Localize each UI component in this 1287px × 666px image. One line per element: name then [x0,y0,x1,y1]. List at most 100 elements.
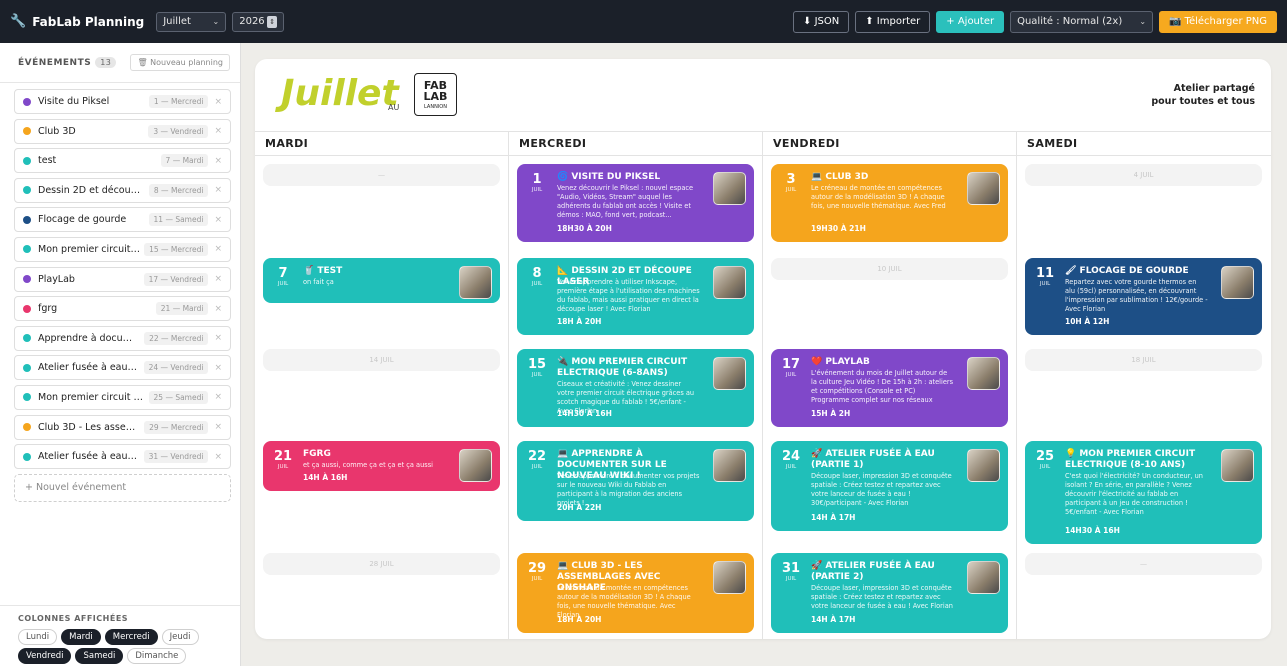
add-button[interactable]: + Ajouter [936,10,1005,33]
event-list-item[interactable]: PlayLab 17 — Vendredi × [14,266,231,292]
close-icon[interactable]: × [214,126,222,136]
trash-icon: 🗑 [137,58,148,67]
event-time: 14H30 À 16H [1065,526,1120,535]
event-card[interactable]: 15 JUIL 🔌 MON PREMIER CIRCUIT ELECTRIQUE (… [517,349,754,427]
empty-slot[interactable]: 18 JUIL [1025,349,1262,371]
close-icon[interactable]: × [214,97,222,107]
event-day-number: 31 [781,561,801,576]
column-header: VENDREDI [763,132,1016,156]
close-icon[interactable]: × [214,422,222,432]
color-dot [23,334,31,343]
event-list-item[interactable]: Dessin 2D et découpe laser8 — Mercredi × [14,177,231,203]
event-list-item[interactable]: fgrg 21 — Mardi × [14,296,231,322]
event-day-number: 21 [273,449,293,464]
event-time: 18H À 20H [557,317,602,326]
column-vendredi: VENDREDI 3 JUIL 💻 CLUB 3D Le créneau de mon… [763,132,1017,639]
empty-slot[interactable]: 4 JUIL [1025,164,1262,186]
column-toggle-dimanche[interactable]: Dimanche [127,648,187,664]
event-list-item[interactable]: test 7 — Mardi × [14,148,231,174]
event-name: Flocage de gourde [38,214,127,226]
event-card[interactable]: 17 JUIL ❤️ PLAYLAB L'événement du mois de J… [771,349,1008,427]
event-month: JUIL [1039,281,1051,287]
download-png-button[interactable]: 📷 Télécharger PNG [1159,10,1277,33]
top-bar: 🔧 FabLab Planning Juillet ⌄ 2026 ⇕ ⬇ JSO… [0,0,1287,43]
event-description: C'est quoi l'électricité? Un conducteur,… [1065,472,1203,516]
import-button[interactable]: ⬆ Importer [855,10,931,33]
event-list-item[interactable]: Atelier fusée à eau (part…24 — Vendredi × [14,355,231,381]
event-title: 🥤 TEST [303,266,343,276]
event-title: 🖌 FLOCAGE DE GOURDE [1065,266,1189,276]
event-thumbnail-image [713,172,746,205]
quality-select[interactable]: Qualité : Normal (2x) ⌄ [1010,10,1154,33]
event-list-item[interactable]: Mon premier circuit elec… 15 — Mercredi × [14,236,231,262]
event-name: fgrg [38,303,58,315]
column-toggle-mardi[interactable]: Mardi [61,629,101,645]
close-icon[interactable]: × [214,244,222,254]
close-icon[interactable]: × [214,185,222,195]
event-name: Apprendre à documente… [38,332,140,344]
event-card[interactable]: 31 JUIL 🚀 ATELIER FUSÉE À EAU (PARTIE 2) Dé… [771,553,1008,633]
column-toggle-lundi[interactable]: Lundi [18,629,58,645]
column-mardi: MARDI — 7 JUIL 🥤 TEST on fait ça 14 JUIL 21… [255,132,509,639]
month-select-value: Juillet [163,16,191,27]
event-list-item[interactable]: Atelier fusée à eau (part…31 — Vendredi × [14,444,231,470]
event-list-item[interactable]: Club 3D - Les assemblag… 29 — Mercredi × [14,414,231,440]
event-list-item[interactable]: Mon premier circuit elect…25 — Samedi × [14,384,231,410]
event-thumbnail-image [713,561,746,594]
close-icon[interactable]: × [214,452,222,462]
stepper-icon[interactable]: ⇕ [267,15,278,28]
event-card[interactable]: 24 JUIL 🚀 ATELIER FUSÉE À EAU (PARTIE 1) Dé… [771,441,1008,531]
new-planning-button[interactable]: 🗑 Nouveau planning [130,54,230,71]
event-card[interactable]: 21 JUIL FGRG et ça aussi, comme ça et ça et… [263,441,500,491]
column-toggle-vendredi[interactable]: Vendredi [18,648,72,664]
month-title: Juillet [281,73,399,114]
close-icon[interactable]: × [214,363,222,373]
planning-card: Juillet AU FAB LAB LANNION Atelier parta… [255,59,1271,639]
event-day-number: 8 [532,266,542,281]
close-icon[interactable]: × [214,333,222,343]
empty-slot[interactable]: 10 JUIL [771,258,1008,280]
event-card[interactable]: 1 JUIL 🌀 VISITE DU PIKSEL Venez découvrir l… [517,164,754,242]
month-select[interactable]: Juillet ⌄ [156,11,227,32]
empty-slot[interactable]: — [263,164,500,186]
empty-slot[interactable]: — [1025,553,1262,575]
empty-slot[interactable]: 14 JUIL [263,349,500,371]
event-list-item[interactable]: Apprendre à documente… 22 — Mercredi × [14,325,231,351]
event-month: JUIL [1039,464,1051,470]
empty-slot[interactable]: 28 JUIL [263,553,500,575]
event-title: ❤️ PLAYLAB [811,357,870,367]
export-json-button[interactable]: ⬇ JSON [793,10,850,33]
event-card[interactable]: 29 JUIL 💻 CLUB 3D - LES ASSEMBLAGES AVEC O… [517,553,754,633]
column-toggle-samedi[interactable]: Samedi [75,648,124,664]
event-date-badge: 1 — Mercredi [148,95,209,108]
event-list-item[interactable]: Club 3D 3 — Vendredi × [14,118,231,144]
event-card[interactable]: 8 JUIL 📐 DESSIN 2D ET DÉCOUPE LASER Venez a… [517,258,754,335]
fablab-logo: FAB LAB LANNION [414,73,457,116]
event-name: Mon premier circuit elec… [38,243,140,255]
download-png-label: Télécharger PNG [1184,16,1267,27]
event-list-item[interactable]: Flocage de gourde 11 — Samedi × [14,207,231,233]
close-icon[interactable]: × [214,156,222,166]
close-icon[interactable]: × [214,274,222,284]
event-month: JUIL [277,464,289,470]
event-card[interactable]: 22 JUIL 💻 APPRENDRE À DOCUMENTER SUR LE NO… [517,441,754,521]
close-icon[interactable]: × [214,304,222,314]
add-event-button[interactable]: + Nouvel événement [14,473,231,502]
event-thumbnail-image [967,449,1000,482]
close-icon[interactable]: × [214,215,222,225]
event-card[interactable]: 11 JUIL 🖌 FLOCAGE DE GOURDE Repartez avec v… [1025,258,1262,335]
column-toggle-jeudi[interactable]: Jeudi [161,629,199,645]
event-card[interactable]: 3 JUIL 💻 CLUB 3D Le créneau de montée en co… [771,164,1008,242]
event-card[interactable]: 7 JUIL 🥤 TEST on fait ça [263,258,500,303]
tagline-line-1: Atelier partagé [1173,83,1255,94]
column-toggles: Lundi Mardi Mercredi Jeudi Vendredi Samedi Dim… [18,629,208,664]
event-list-item[interactable]: Visite du Piksel 1 — Mercredi × [14,89,231,114]
event-description: Découpe laser, impression 3D et conquête… [811,472,952,507]
close-icon[interactable]: × [214,392,222,402]
event-card[interactable]: 25 JUIL 💡 MON PREMIER CIRCUIT ELECTRIQUE (… [1025,441,1262,544]
event-title: FGRG [303,449,331,459]
events-heading: ÉVÉNEMENTS 13 [18,57,117,68]
column-toggle-mercredi[interactable]: Mercredi [104,629,158,645]
column-header: MERCREDI [509,132,762,156]
year-input[interactable]: 2026 ⇕ [232,11,285,32]
